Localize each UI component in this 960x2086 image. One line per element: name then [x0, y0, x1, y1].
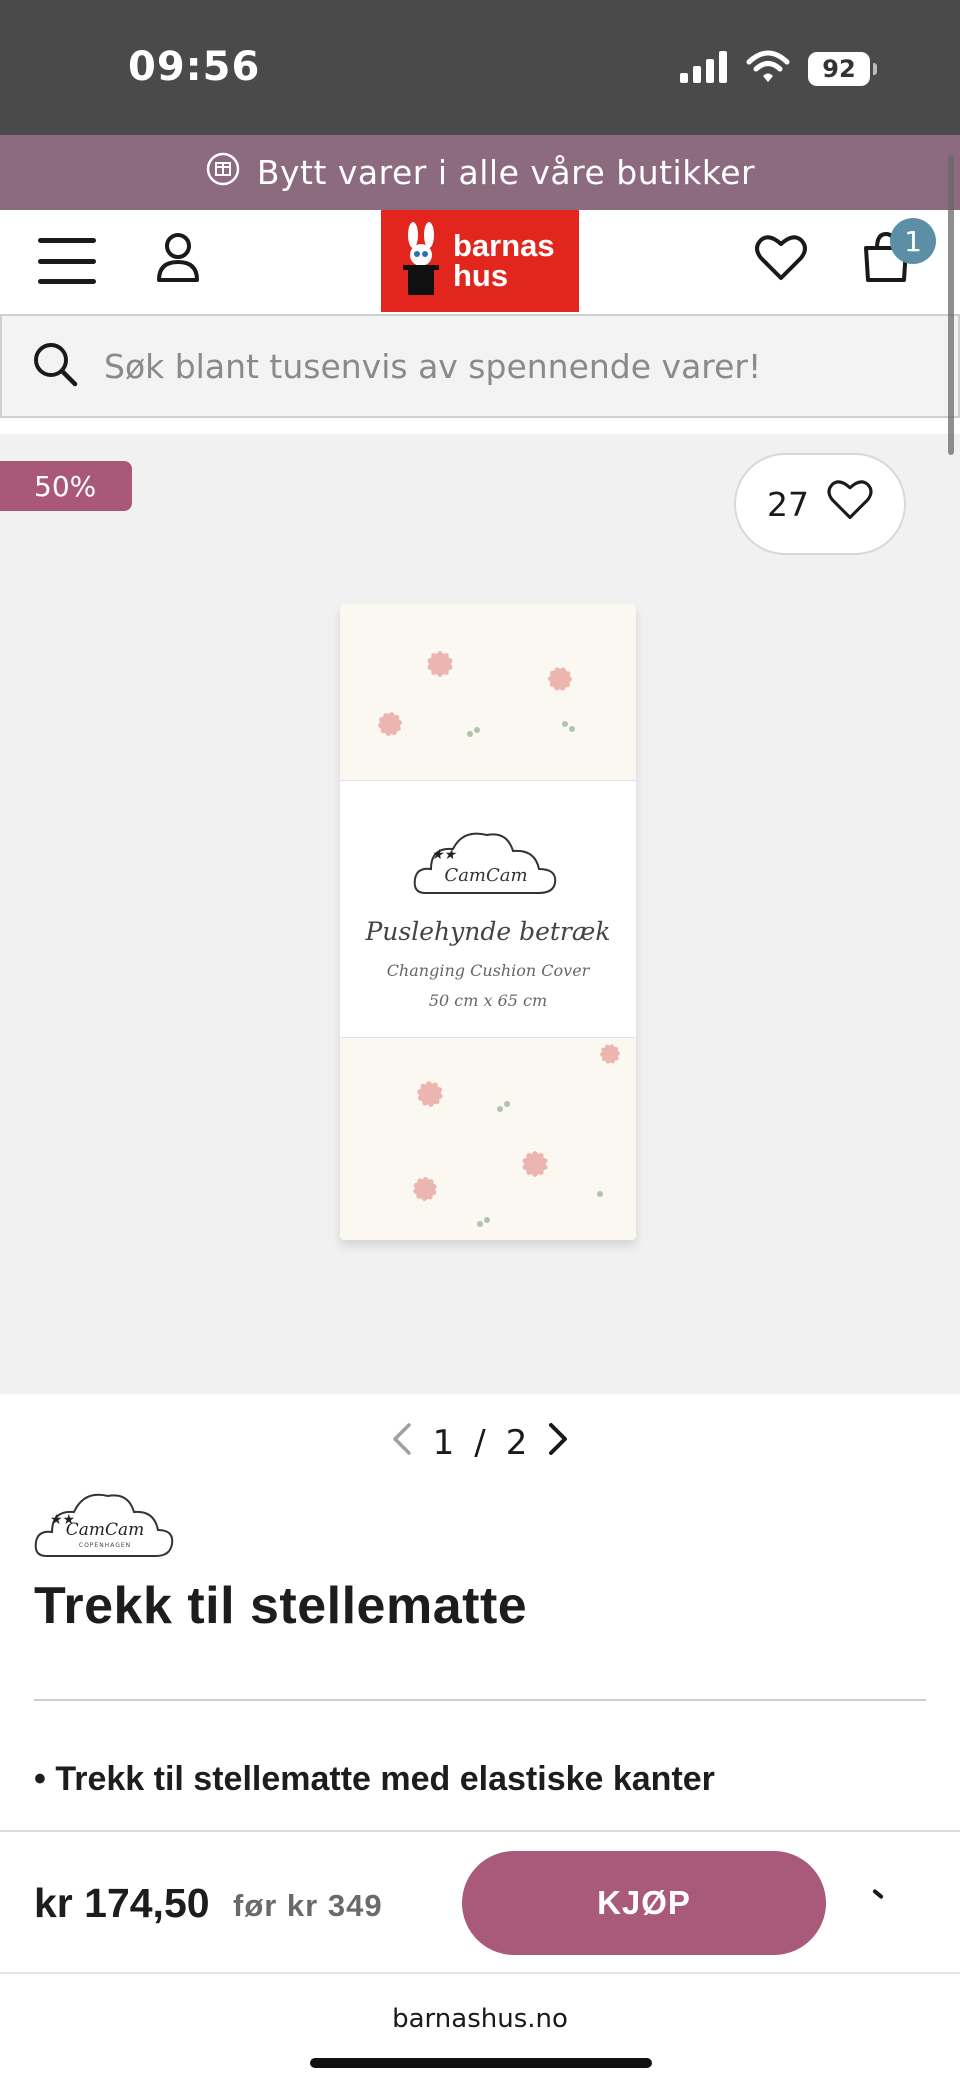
chevron-right-icon[interactable]	[547, 1422, 569, 1465]
search-icon[interactable]	[32, 341, 78, 391]
discount-badge: 50%	[0, 461, 132, 511]
heart-icon[interactable]	[755, 234, 807, 286]
search-input[interactable]	[104, 346, 904, 386]
package-size: 50 cm x 65 cm	[428, 991, 548, 1010]
pager-separator: /	[474, 1423, 486, 1463]
package-title: Puslehynde betræk	[365, 917, 611, 946]
old-price: før kr 349	[233, 1888, 383, 1923]
scrollbar[interactable]	[948, 155, 954, 455]
product-photo: ★★ CamCam Puslehynde betræk Changing Cus…	[340, 604, 636, 1240]
status-bar: 09:56 92	[0, 0, 960, 135]
signal-icon	[680, 51, 728, 87]
favorite-button[interactable]: 27	[734, 453, 906, 555]
pager-current: 1	[432, 1423, 455, 1463]
scroll-hint-mark	[872, 1888, 884, 1900]
divider	[34, 1699, 926, 1701]
rabbit-hat-icon	[403, 222, 439, 295]
site-logo[interactable]: barnas hus	[381, 210, 579, 312]
product-label-band: ★★ CamCam Puslehynde betræk Changing Cus…	[340, 780, 636, 1038]
browser-url-bar[interactable]: barnashus.no	[0, 1972, 960, 2086]
buy-button[interactable]: KJØP	[462, 1851, 826, 1955]
product-title: Trekk til stellematte	[34, 1577, 528, 1635]
favorite-count: 27	[767, 484, 809, 524]
menu-icon[interactable]	[38, 238, 96, 284]
svg-text:CamCam: CamCam	[444, 865, 527, 886]
status-time: 09:56	[128, 44, 261, 90]
promo-text: Bytt varer i alle våre butikker	[256, 153, 756, 192]
logo-text: barnas hus	[453, 228, 555, 293]
site-header: barnas hus 1	[0, 210, 960, 312]
brand-name: CamCam	[65, 1520, 145, 1540]
home-indicator[interactable]	[310, 2058, 652, 2068]
user-icon[interactable]	[155, 232, 201, 288]
svg-text:★★: ★★	[431, 847, 458, 863]
current-price: kr 174,50	[34, 1880, 210, 1926]
heart-outline-icon	[827, 479, 873, 529]
brand-logo[interactable]: ★★ CamCam COPENHAGEN	[34, 1478, 176, 1566]
image-pager: 1 / 2	[0, 1418, 960, 1468]
camcam-cloud-logo: ★★ CamCam	[413, 832, 557, 894]
search-bar	[0, 314, 960, 418]
exchange-box-icon	[205, 151, 241, 195]
wifi-icon	[746, 50, 790, 88]
product-feature-bullet: • Trekk til stellematte med elastiske ka…	[34, 1760, 715, 1798]
package-subtitle: Changing Cushion Cover	[386, 961, 590, 980]
buy-bar: kr 174,50 før kr 349 KJØP	[0, 1830, 960, 1972]
chevron-left-icon[interactable]	[391, 1422, 413, 1465]
status-icons: 92	[680, 50, 877, 88]
promo-bar[interactable]: Bytt varer i alle våre butikker	[0, 135, 960, 210]
battery-icon: 92	[808, 52, 877, 86]
pager-total: 2	[505, 1423, 528, 1463]
cart-count-badge[interactable]: 1	[890, 218, 936, 264]
url-text: barnashus.no	[392, 2004, 568, 2034]
product-image-gallery[interactable]: 50% 27 ★★ CamCam Puslehynde betræk Chang…	[0, 434, 960, 1394]
brand-subtitle: COPENHAGEN	[78, 1542, 132, 1549]
